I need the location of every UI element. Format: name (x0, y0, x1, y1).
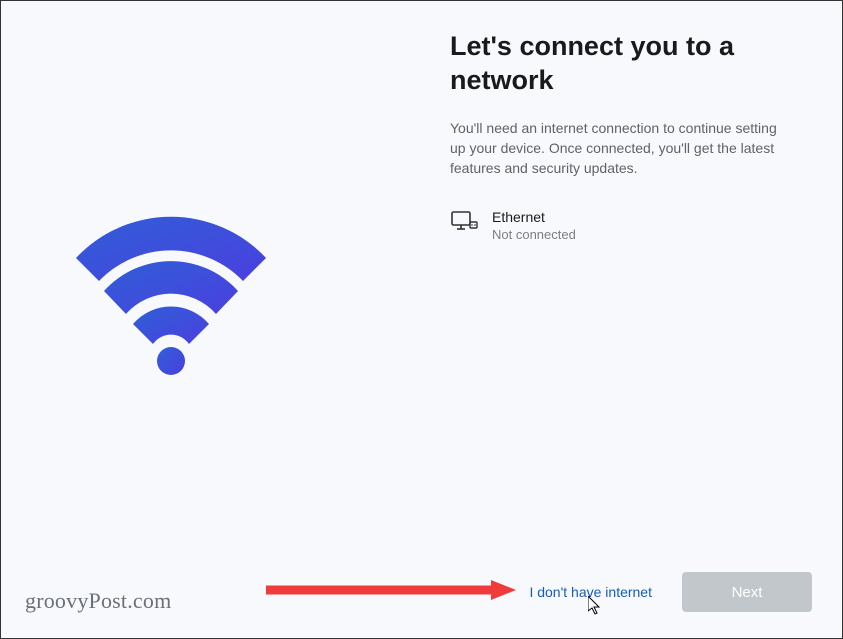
wifi-artwork (61, 196, 281, 376)
page-title: Let's connect you to a network (450, 30, 796, 98)
watermark-text: groovyPost.com (25, 588, 171, 614)
ethernet-icon (450, 208, 478, 236)
network-label: Ethernet (492, 208, 576, 226)
annotation-arrow (266, 580, 516, 600)
network-item-ethernet[interactable]: Ethernet Not connected (450, 202, 796, 249)
page-subtitle: You'll need an internet connection to co… (450, 118, 796, 179)
next-button[interactable]: Next (682, 572, 812, 612)
wifi-icon (61, 196, 281, 376)
network-status: Not connected (492, 227, 576, 244)
cursor-icon (588, 596, 602, 616)
